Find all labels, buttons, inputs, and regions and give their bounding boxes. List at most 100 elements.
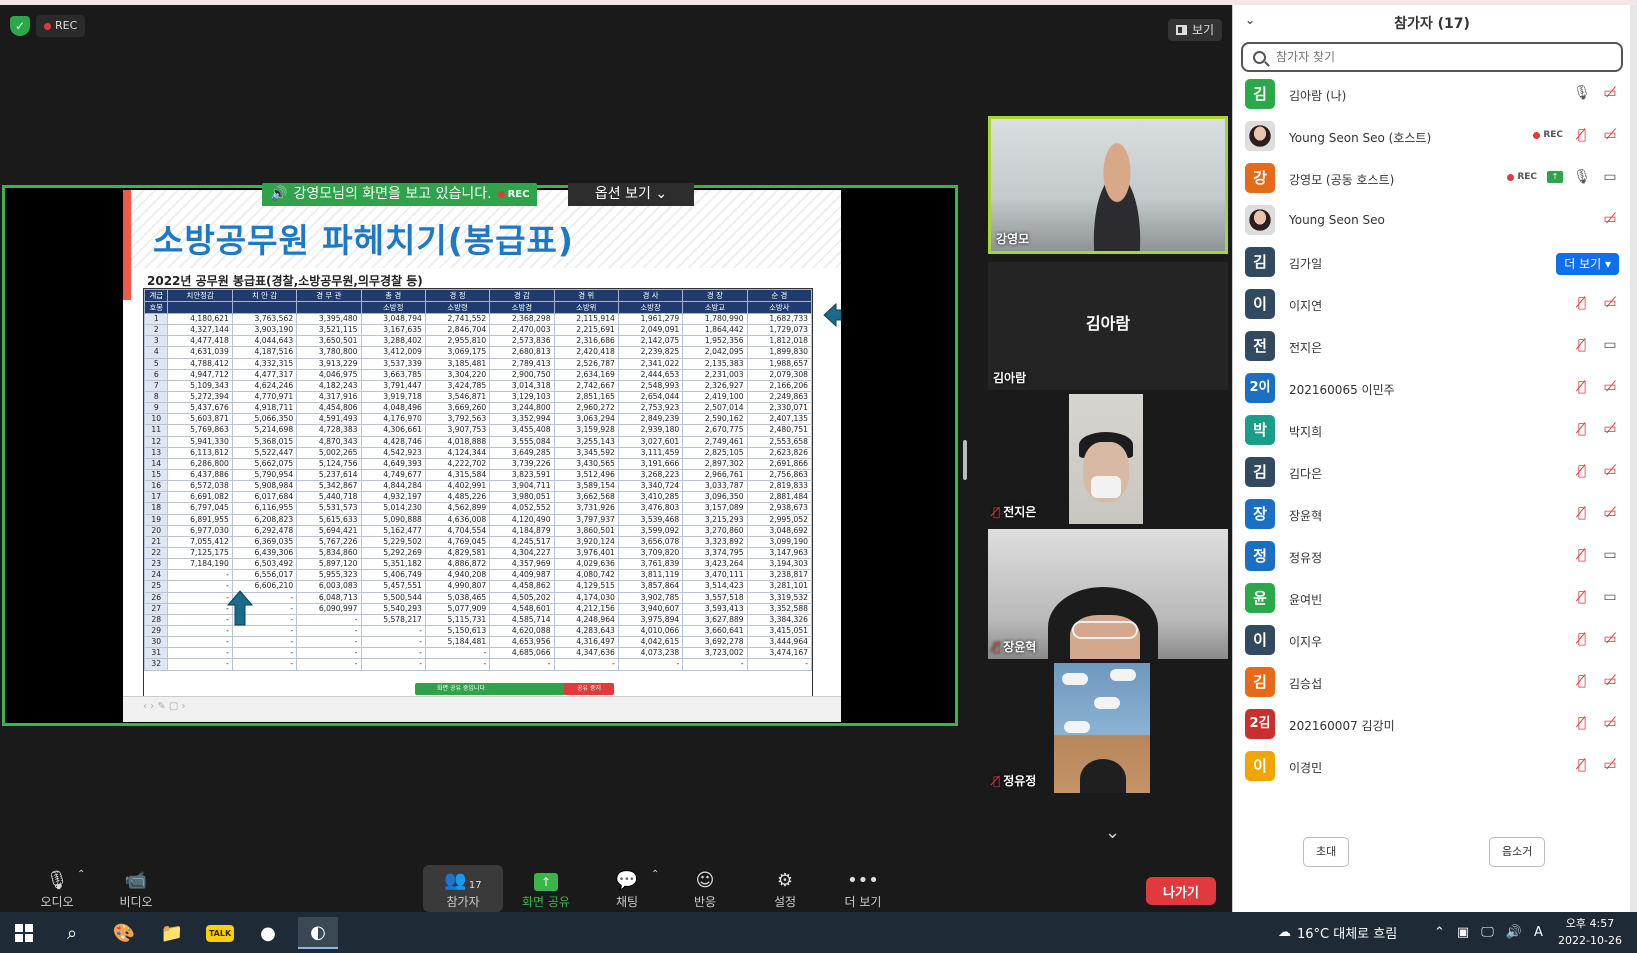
participant-row[interactable]: 강 강영모 (공동 호스트) REC ↑ 🎙 ▭: [1233, 157, 1631, 199]
video-off-icon[interactable]: ▭̸: [1601, 85, 1619, 101]
security-shield-icon[interactable]: ✓: [10, 16, 30, 36]
tray-expand-icon[interactable]: ⌃: [1434, 925, 1445, 940]
paint-app-icon[interactable]: 🎨: [104, 917, 144, 949]
table-header-cell: 총 경: [360, 289, 426, 302]
mic-off-icon[interactable]: 🎙̸: [1573, 463, 1591, 479]
participants-panel-scrollbar[interactable]: [1630, 5, 1637, 912]
participant-row[interactable]: 윤 윤여빈 🎙̸ ▭: [1233, 577, 1631, 619]
table-cell: 3,270,860: [682, 524, 748, 537]
file-explorer-icon[interactable]: 📁: [152, 917, 192, 949]
video-off-icon[interactable]: ▭̸: [1601, 463, 1619, 479]
view-options-button[interactable]: 옵션 보기 ⌄: [568, 183, 694, 206]
participant-row[interactable]: 김 김승섭 🎙̸ ▭̸: [1233, 661, 1631, 703]
start-button[interactable]: [4, 917, 44, 949]
participants-button[interactable]: 👥 17 참가자: [423, 865, 503, 912]
search-icon[interactable]: ⌕: [52, 917, 92, 949]
participant-row[interactable]: 박 박지희 🎙̸ ▭̸: [1233, 409, 1631, 451]
recording-badge[interactable]: REC: [36, 15, 86, 37]
video-tile-active-speaker[interactable]: 강영모: [988, 116, 1228, 254]
video-camera-icon[interactable]: ▭: [1601, 547, 1619, 563]
participant-row[interactable]: 김 김다은 🎙̸ ▭̸: [1233, 451, 1631, 493]
mic-off-icon[interactable]: 🎙̸: [1573, 631, 1591, 647]
table-cell: 2,249,863: [746, 390, 813, 404]
view-button[interactable]: 보기: [1168, 19, 1223, 41]
weather-widget[interactable]: ☁ 16°C 대체로 흐림: [1278, 912, 1397, 953]
video-camera-icon[interactable]: ▭: [1601, 169, 1619, 185]
salary-table-wrap: 계급 치안정감 치 안 감경 무 관총 경경 정경 감경 위경 사경 장순 경 호봉…: [143, 288, 813, 698]
video-off-icon[interactable]: ▭̸: [1601, 421, 1619, 437]
microphone-icon[interactable]: 🎙: [1573, 85, 1591, 101]
audio-options-caret-icon[interactable]: ⌃: [77, 869, 85, 880]
tray-app-icon[interactable]: ▣: [1457, 925, 1469, 940]
gallery-scroll-down-icon[interactable]: ⌄: [1105, 822, 1120, 843]
settings-button[interactable]: ⚙ 설정: [755, 865, 815, 912]
slide-title: 소방공무원 파헤치기(봉급표): [153, 221, 574, 260]
mic-off-icon[interactable]: 🎙̸: [1573, 127, 1591, 143]
video-off-icon[interactable]: ▭̸: [1601, 757, 1619, 773]
video-camera-icon[interactable]: ▭: [1601, 337, 1619, 353]
participant-search[interactable]: [1241, 42, 1623, 72]
participant-row[interactable]: 이 이지연 🎙̸ ▭̸: [1233, 283, 1631, 325]
video-off-icon[interactable]: ▭̸: [1601, 127, 1619, 143]
participant-row[interactable]: 김 김가일 더 보기 ▾: [1233, 241, 1631, 283]
leave-meeting-button[interactable]: 나가기: [1146, 877, 1216, 905]
participant-row[interactable]: 김 김아람 (나) 🎙 ▭̸: [1233, 73, 1631, 115]
participant-search-input[interactable]: [1276, 50, 1596, 64]
taskbar-clock[interactable]: 오후 4:57 2022-10-26: [1548, 915, 1632, 949]
table-cell: 30: [143, 636, 169, 649]
video-tile[interactable]: 🎙̸ 장윤혁: [988, 529, 1228, 659]
participant-row[interactable]: Young Seon Seo (호스트) REC 🎙̸ ▭̸: [1233, 115, 1631, 157]
mic-off-icon[interactable]: 🎙̸: [1573, 379, 1591, 395]
network-icon[interactable]: 🖵: [1481, 925, 1494, 940]
video-off-icon[interactable]: ▭̸: [1601, 715, 1619, 731]
video-off-icon[interactable]: ▭̸: [1601, 295, 1619, 311]
reactions-button[interactable]: ☺ 반응: [675, 865, 735, 912]
video-tile[interactable]: 🎙̸ 정유정: [988, 663, 1228, 793]
video-off-icon[interactable]: ▭̸: [1601, 505, 1619, 521]
chat-button[interactable]: 💬 채팅: [597, 865, 657, 912]
mic-off-icon[interactable]: 🎙̸: [1573, 337, 1591, 353]
participant-row[interactable]: 장 장윤혁 🎙̸ ▭̸: [1233, 493, 1631, 535]
mic-off-icon[interactable]: 🎙̸: [1573, 715, 1591, 731]
video-off-icon[interactable]: ▭̸: [1601, 673, 1619, 689]
table-cell: 3,159,928: [553, 424, 619, 437]
chat-options-caret-icon[interactable]: ⌃: [651, 869, 659, 880]
share-screen-button[interactable]: ↑ 화면 공유: [510, 865, 582, 912]
video-tile[interactable]: 김아람 김아람: [988, 262, 1228, 390]
panel-resize-handle[interactable]: [963, 440, 967, 480]
mic-off-icon[interactable]: 🎙̸: [1573, 421, 1591, 437]
volume-icon[interactable]: 🔊: [1506, 925, 1522, 940]
video-button[interactable]: 📹 비디오: [101, 865, 171, 912]
participant-row[interactable]: 이 이경민 🎙̸ ▭̸: [1233, 745, 1631, 787]
video-camera-icon[interactable]: ▭: [1601, 589, 1619, 605]
video-off-icon[interactable]: ▭̸: [1601, 631, 1619, 647]
microphone-icon[interactable]: 🎙: [1573, 169, 1591, 185]
participant-row[interactable]: 전 전지은 🎙̸ ▭: [1233, 325, 1631, 367]
shared-screen[interactable]: 소방공무원 파헤치기(봉급표) 2022년 공무원 봉급표(경찰,소방공무원,의…: [2, 185, 958, 726]
chat-app-icon[interactable]: ●: [248, 917, 288, 949]
mic-off-icon[interactable]: 🎙̸: [1573, 505, 1591, 521]
chevron-down-icon[interactable]: ⌄: [1245, 13, 1255, 27]
input-method-indicator[interactable]: A: [1534, 925, 1543, 940]
mic-off-icon[interactable]: 🎙̸: [1573, 589, 1591, 605]
invite-button[interactable]: 초대: [1303, 837, 1350, 867]
mic-off-icon[interactable]: 🎙̸: [1573, 547, 1591, 563]
video-tile[interactable]: 🎙̸ 전지은: [988, 394, 1228, 524]
more-button[interactable]: ••• 더 보기: [833, 865, 893, 912]
view-options-label: 옵션 보기: [594, 186, 651, 202]
video-off-icon[interactable]: ▭̸: [1601, 379, 1619, 395]
mic-off-icon[interactable]: 🎙̸: [1573, 673, 1591, 689]
participant-row[interactable]: 정 정유정 🎙̸ ▭: [1233, 535, 1631, 577]
mic-off-icon[interactable]: 🎙̸: [1573, 757, 1591, 773]
participant-row[interactable]: 2이 202160065 이민주 🎙̸ ▭̸: [1233, 367, 1631, 409]
participant-row[interactable]: 2김 202160007 김강미 🎙̸ ▭̸: [1233, 703, 1631, 745]
participant-row[interactable]: 이 이지우 🎙̸ ▭̸: [1233, 619, 1631, 661]
table-cell: 4,409,987: [489, 569, 555, 582]
kakaotalk-icon[interactable]: TALK: [200, 917, 240, 949]
mute-all-button[interactable]: 음소거: [1489, 837, 1546, 867]
participant-more-button[interactable]: 더 보기 ▾: [1556, 253, 1619, 275]
edge-browser-icon[interactable]: ◐: [298, 917, 338, 949]
video-off-icon[interactable]: ▭̸: [1601, 211, 1619, 227]
mic-off-icon[interactable]: 🎙̸: [1573, 295, 1591, 311]
participant-row[interactable]: Young Seon Seo ▭̸: [1233, 199, 1631, 241]
